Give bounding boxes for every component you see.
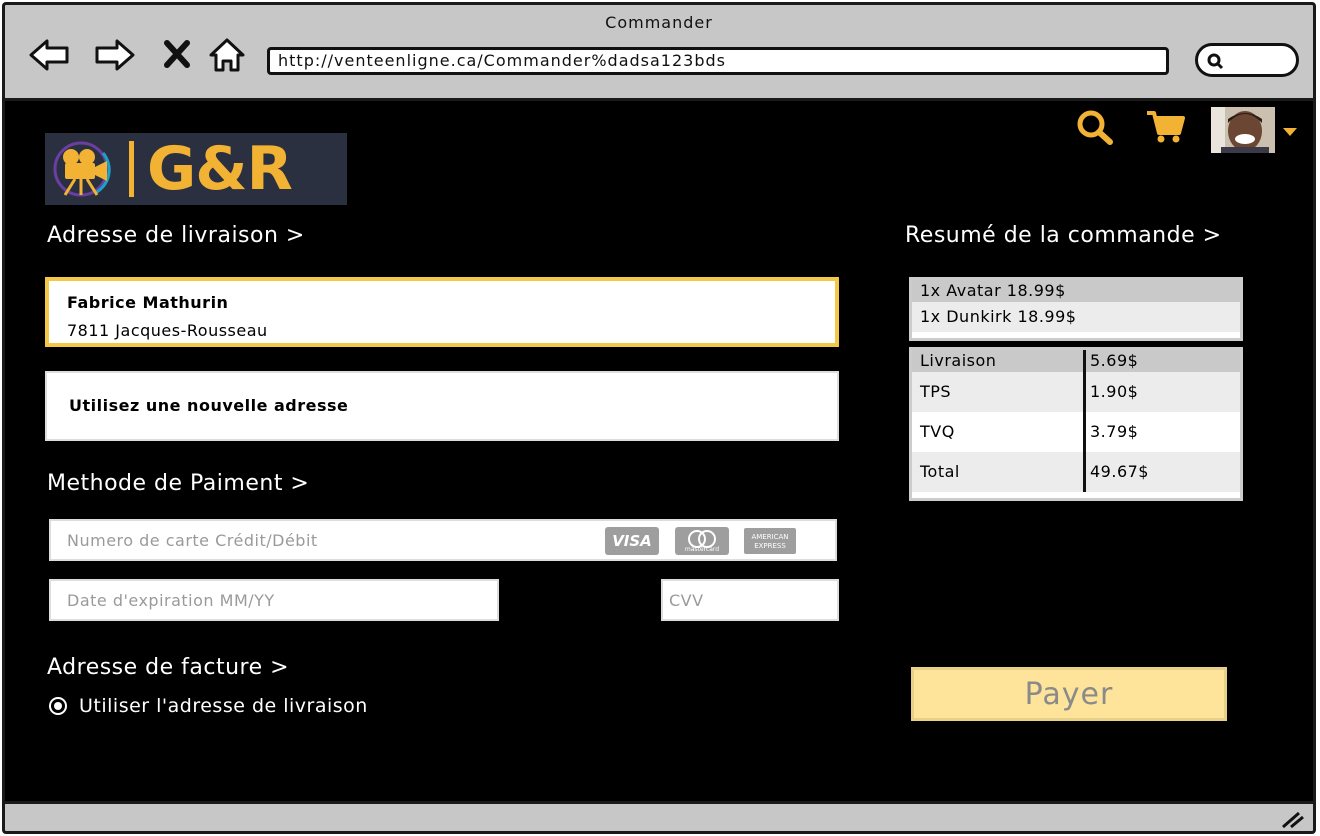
browser-toolbar: Commander http://venteenligne.ca/Command… [5,5,1313,101]
visa-logo: VISA [605,527,659,555]
totals-value: 5.69$ [1090,351,1139,370]
resize-grip-icon[interactable] [1279,809,1305,829]
use-shipping-address-option[interactable]: Utiliser l'adresse de livraison [49,695,368,717]
browser-status-bar [5,801,1313,831]
new-address-button[interactable]: Utilisez une nouvelle adresse [45,371,839,441]
billing-section-title: Adresse de facture > [47,655,290,680]
radio-selected-icon[interactable] [49,697,67,715]
logo-text: G&R [147,134,293,204]
order-totals-table: Livraison 5.69$ TPS 1.90$ TVQ 3.79$ Tota… [909,347,1243,501]
address-name: Fabrice Mathurin [67,293,229,312]
browser-window: Commander http://venteenligne.ca/Command… [2,2,1316,834]
browser-search-field[interactable] [1195,43,1299,77]
list-item: 1x Dunkirk 18.99$ [912,302,1240,332]
close-icon[interactable] [157,35,197,75]
order-items-list: 1x Avatar 18.99$ 1x Dunkirk 18.99$ [909,277,1243,341]
saved-address-card[interactable]: Fabrice Mathurin 7811 Jacques-Rousseau [45,277,839,347]
search-icon[interactable] [1075,109,1115,149]
mastercard-logo: mastercard [675,527,729,555]
url-bar[interactable]: http://venteenligne.ca/Commander%dadsa12… [267,47,1169,75]
totals-value: 1.90$ [1090,382,1139,401]
cart-icon[interactable] [1145,109,1187,149]
totals-label: TVQ [912,412,1086,452]
avatar[interactable] [1211,107,1275,153]
totals-value: 3.79$ [1090,422,1139,441]
table-row: Total 49.67$ [912,452,1240,492]
search-icon [1207,53,1224,70]
film-camera-icon [53,141,111,197]
brand-logo: G&R [45,133,347,205]
order-summary-title: Resumé de la commande > [905,223,1222,248]
pay-button[interactable]: Payer [911,667,1227,721]
amex-logo: AMERICAN EXPRESS [743,527,797,555]
table-row: TVQ 3.79$ [912,412,1240,452]
totals-value: 49.67$ [1090,462,1149,481]
address-street: 7811 Jacques-Rousseau [67,321,268,340]
logo-divider [129,141,134,197]
window-title: Commander [605,13,713,32]
back-arrow-icon[interactable] [27,35,71,75]
mastercard-label: mastercard [684,546,720,553]
list-item: 1x Avatar 18.99$ [912,280,1240,302]
home-icon[interactable] [205,35,249,75]
totals-label: Livraison [912,350,1086,372]
use-shipping-address-label: Utiliser l'adresse de livraison [79,695,368,717]
forward-arrow-icon[interactable] [93,35,137,75]
expiry-date-input[interactable] [49,579,499,621]
cvv-input[interactable] [661,579,839,621]
totals-label: TPS [912,372,1086,412]
payment-section-title: Methode de Paiment > [47,471,310,496]
table-row: TPS 1.90$ [912,372,1240,412]
totals-label: Total [912,452,1086,492]
table-row: Livraison 5.69$ [912,350,1240,372]
shipping-section-title: Adresse de livraison > [47,223,305,248]
chevron-down-icon[interactable] [1281,123,1299,136]
